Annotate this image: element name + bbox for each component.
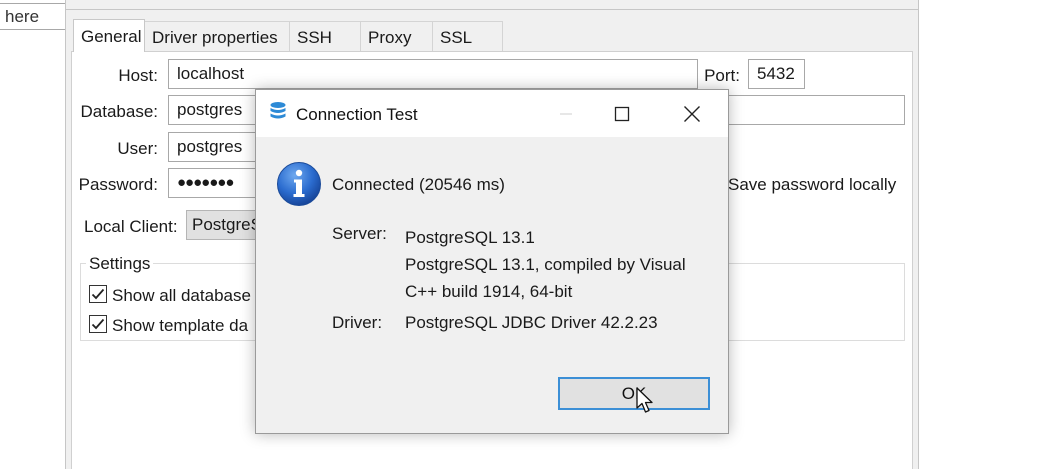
host-input[interactable]: localhost [168, 59, 698, 89]
maximize-button[interactable] [599, 90, 645, 137]
driver-value: PostgreSQL JDBC Driver 42.2.23 [405, 313, 658, 332]
minimize-button[interactable] [543, 90, 589, 137]
local-client-select[interactable]: PostgreS [186, 210, 266, 240]
port-input[interactable]: 5432 [748, 59, 805, 89]
user-input[interactable]: postgres [168, 132, 268, 162]
password-label: Password: [78, 175, 158, 194]
server-value: PostgreSQL 13.1 PostgreSQL 13.1, compile… [405, 224, 715, 305]
database-icon [270, 102, 286, 119]
show-all-databases-label[interactable]: Show all database [112, 286, 251, 306]
host-label: Host: [118, 66, 158, 85]
database-label: Database: [80, 102, 159, 121]
server-value-line: PostgreSQL 13.1 [405, 228, 535, 247]
ok-button[interactable]: OK [558, 377, 710, 410]
minimize-icon [560, 113, 572, 114]
search-input-stub[interactable]: here [0, 3, 66, 30]
show-template-databases-checkbox[interactable] [89, 315, 107, 333]
panel-divider [65, 9, 919, 10]
save-password-label[interactable]: Save password locally [728, 175, 896, 195]
port-label: Port: [704, 66, 740, 85]
password-input[interactable]: ●●●●●●● [168, 168, 268, 198]
server-value-line: PostgreSQL 13.1, compiled by Visual [405, 255, 686, 274]
dialog-title: Connection Test [296, 105, 418, 124]
checkmark-icon [91, 288, 105, 300]
user-label: User: [117, 139, 158, 158]
checkmark-icon [91, 318, 105, 330]
connection-test-dialog: Connection Test Connected (20546 ms) Ser… [255, 89, 729, 434]
close-button[interactable] [669, 90, 715, 137]
mouse-pointer-icon [636, 387, 653, 413]
tab-general[interactable]: General [73, 19, 145, 52]
server-label: Server: [332, 224, 387, 243]
tab-proxy[interactable]: Proxy [360, 21, 433, 51]
show-template-databases-label[interactable]: Show template da [112, 316, 248, 336]
settings-group-title: Settings [86, 254, 154, 274]
show-all-databases-checkbox[interactable] [89, 285, 107, 303]
connection-status-text: Connected (20546 ms) [332, 175, 505, 194]
local-client-label: Local Client: [84, 217, 178, 236]
server-value-line: C++ build 1914, 64-bit [405, 282, 573, 301]
tab-driver-properties[interactable]: Driver properties [144, 21, 290, 51]
tab-ssh[interactable]: SSH [289, 21, 361, 51]
driver-label: Driver: [332, 313, 383, 332]
maximize-icon [614, 106, 630, 121]
info-icon [277, 162, 321, 206]
close-icon [684, 105, 700, 122]
tab-ssl[interactable]: SSL [432, 21, 503, 51]
